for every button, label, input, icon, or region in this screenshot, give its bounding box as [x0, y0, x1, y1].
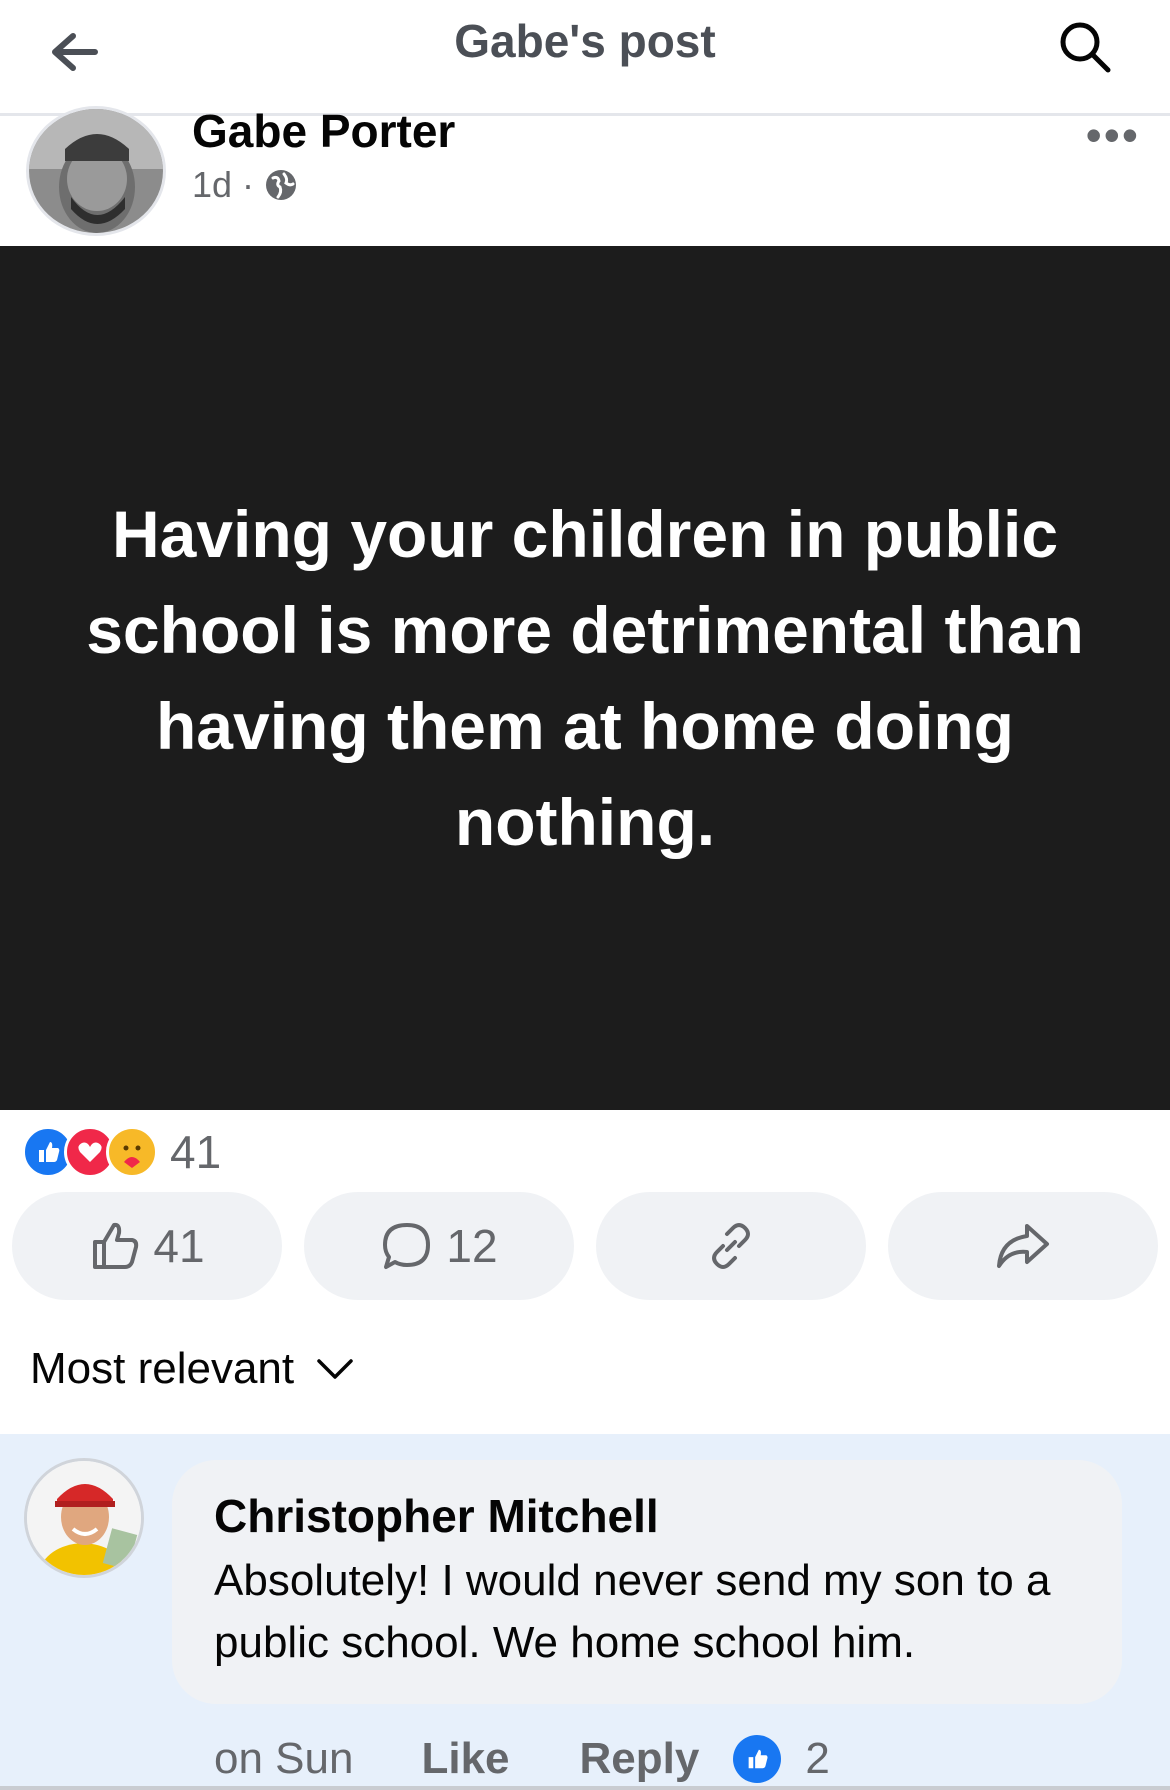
page-title: Gabe's post: [454, 15, 716, 67]
comment-count: 12: [446, 1220, 498, 1272]
meta-separator: ·: [242, 164, 255, 205]
like-count: 41: [153, 1220, 205, 1272]
link-icon: [712, 1223, 750, 1269]
commenter-photo: [27, 1461, 141, 1575]
comment-sort-dropdown[interactable]: Most relevant: [30, 1344, 354, 1394]
comment-time[interactable]: on Sun: [214, 1734, 353, 1784]
commenter-avatar[interactable]: [24, 1458, 144, 1578]
post-time[interactable]: 1d: [192, 164, 232, 206]
comment-item: Christopher Mitchell Absolutely! I would…: [0, 1434, 1170, 1790]
comment-like-count: 2: [805, 1734, 830, 1783]
post-header: Gabe Porter 1d · •••: [0, 105, 1170, 246]
comment-footer: on Sun Like Reply 2: [214, 1734, 830, 1784]
thumbs-up-icon: [93, 1222, 139, 1269]
post-text-image[interactable]: Having your children in public school is…: [0, 246, 1170, 1110]
post-text: Having your children in public school is…: [86, 497, 1084, 859]
comment-like-button[interactable]: Like: [421, 1734, 509, 1784]
chevron-down-icon: [317, 1359, 353, 1379]
comment-bubble: Christopher Mitchell Absolutely! I would…: [172, 1460, 1122, 1704]
comment-icon: [383, 1223, 431, 1269]
search-button[interactable]: [1050, 12, 1120, 82]
search-icon: [1060, 22, 1111, 73]
post-meta: 1d ·: [192, 164, 298, 206]
avatar-photo: [29, 109, 163, 233]
post-actions: 41 12: [12, 1192, 1158, 1300]
author-avatar[interactable]: [26, 106, 166, 236]
reaction-summary[interactable]: 41: [22, 1124, 221, 1180]
comment-button[interactable]: 12: [304, 1192, 574, 1300]
share-button[interactable]: [888, 1192, 1158, 1300]
care-icon: [106, 1126, 158, 1178]
copy-link-button[interactable]: [596, 1192, 866, 1300]
top-bar: Gabe's post: [0, 0, 1170, 116]
comment-reply-button[interactable]: Reply: [580, 1734, 700, 1784]
comment-text: Absolutely! I would never send my son to…: [214, 1556, 1051, 1667]
globe-icon: [266, 170, 297, 200]
like-icon[interactable]: [733, 1735, 782, 1783]
more-options-button[interactable]: •••: [1086, 108, 1140, 162]
share-icon: [997, 1224, 1049, 1268]
commenter-name[interactable]: Christopher Mitchell: [214, 1486, 1080, 1546]
author-name[interactable]: Gabe Porter: [192, 104, 455, 158]
like-button[interactable]: 41: [12, 1192, 282, 1300]
reaction-count: 41: [170, 1126, 222, 1178]
divider: [0, 1786, 1170, 1790]
sort-label: Most relevant: [30, 1344, 295, 1393]
